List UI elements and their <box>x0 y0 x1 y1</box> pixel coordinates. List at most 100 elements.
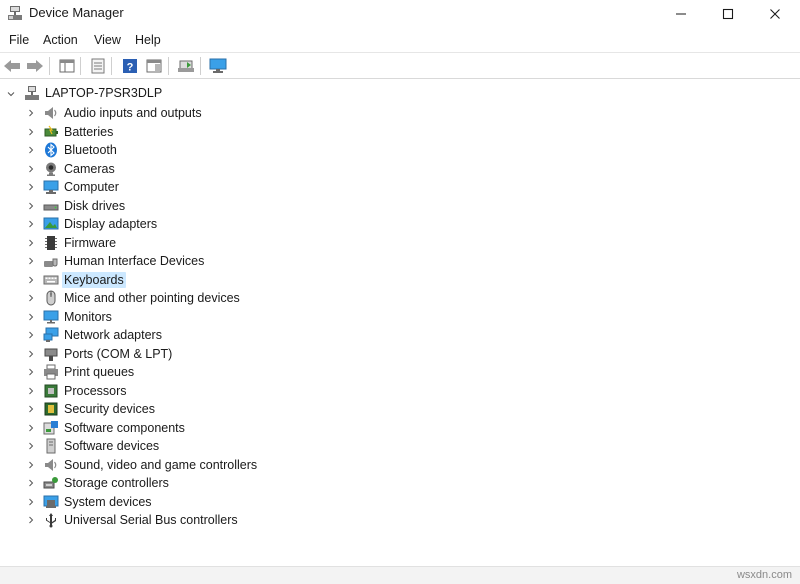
display-adapter-icon <box>43 217 59 230</box>
tree-item-label: Audio inputs and outputs <box>64 106 202 120</box>
chevron-right-icon[interactable] <box>27 239 35 247</box>
chevron-right-icon[interactable] <box>27 405 35 413</box>
tree-item-label: Firmware <box>64 235 117 250</box>
help-button[interactable]: ? <box>120 56 140 76</box>
tree-item-label: Bluetooth <box>64 143 117 157</box>
chevron-right-icon[interactable] <box>27 442 35 450</box>
chevron-right-icon[interactable] <box>27 165 35 173</box>
computer-icon <box>43 180 59 194</box>
tree-item-label: Cameras <box>64 161 115 176</box>
show-hide-console-tree-button[interactable] <box>57 56 77 76</box>
maximize-button[interactable] <box>705 0 751 27</box>
menu-view[interactable]: View <box>94 32 121 48</box>
tree-item-label: Software devices <box>64 439 160 453</box>
tree-item-label: Disk drives <box>64 198 126 213</box>
chevron-right-icon[interactable] <box>27 350 35 358</box>
menu-file[interactable]: File <box>9 32 29 48</box>
properties-icon <box>91 58 105 74</box>
security-device-icon <box>44 402 58 416</box>
device-tree: LAPTOP-7PSR3DLP Audio inputs and outputs… <box>0 80 800 566</box>
system-device-icon <box>43 495 59 508</box>
scan-hardware-changes-icon <box>209 58 227 73</box>
chevron-right-icon[interactable] <box>27 479 35 487</box>
chevron-right-icon[interactable] <box>27 276 35 284</box>
mouse-icon <box>46 290 56 306</box>
device-manager-icon <box>8 6 22 20</box>
software-component-icon <box>43 420 58 434</box>
chevron-right-icon[interactable] <box>27 257 35 265</box>
storage-controller-icon <box>43 477 58 489</box>
show-hide-console-tree-icon <box>59 59 75 73</box>
toolbar-separator <box>200 57 201 75</box>
tree-item-label: Sound, video and game controllers <box>64 457 258 472</box>
chevron-right-icon[interactable] <box>27 461 35 469</box>
tree-item-label: Universal Serial Bus controllers <box>64 513 238 527</box>
chevron-right-icon[interactable] <box>27 294 35 302</box>
action-pane-button[interactable] <box>144 56 164 76</box>
tree-item-label: Storage controllers <box>64 476 169 490</box>
close-button[interactable] <box>752 0 798 27</box>
chevron-right-icon[interactable] <box>27 516 35 524</box>
usb-icon <box>46 513 56 528</box>
chevron-right-icon[interactable] <box>27 313 35 321</box>
tree-item-label: Monitors <box>64 309 112 324</box>
menu-help[interactable]: Help <box>135 32 161 48</box>
tree-item-label: Software components <box>64 420 185 435</box>
toolbar-separator <box>80 57 81 75</box>
update-driver-button[interactable] <box>176 56 196 76</box>
camera-icon <box>46 162 56 176</box>
chevron-right-icon[interactable] <box>27 146 35 154</box>
toolbar-separator <box>111 57 112 75</box>
minimize-button[interactable] <box>658 0 704 27</box>
keyboard-icon <box>43 275 59 284</box>
battery-icon <box>44 125 58 136</box>
computer-root-icon <box>25 86 39 100</box>
forward-button[interactable] <box>25 56 45 76</box>
action-pane-icon <box>146 59 162 73</box>
toolbar-separator <box>168 57 169 75</box>
tree-item-label: Keyboards <box>62 271 126 288</box>
title-bar: Device Manager <box>0 0 800 27</box>
tree-item-label: Print queues <box>64 365 135 379</box>
chevron-right-icon[interactable] <box>27 220 35 228</box>
chevron-right-icon[interactable] <box>27 202 35 210</box>
properties-button[interactable] <box>88 56 108 76</box>
chevron-right-icon[interactable] <box>27 128 35 136</box>
tree-item-label: Processors <box>64 383 127 398</box>
chevron-right-icon[interactable] <box>27 109 35 117</box>
status-bar: wsxdn.com <box>0 566 800 584</box>
chevron-right-icon[interactable] <box>27 368 35 376</box>
chevron-right-icon[interactable] <box>27 183 35 191</box>
forward-arrow-icon <box>27 60 43 72</box>
tree-item-label: Mice and other pointing devices <box>64 291 240 305</box>
chevron-right-icon[interactable] <box>27 424 35 432</box>
watermark: wsxdn.com <box>736 569 792 581</box>
back-button[interactable] <box>2 56 22 76</box>
printer-icon <box>44 364 58 380</box>
chevron-right-icon[interactable] <box>27 498 35 506</box>
sound-controller-icon <box>45 458 57 471</box>
port-icon <box>44 348 58 361</box>
back-arrow-icon <box>4 60 20 72</box>
chevron-right-icon[interactable] <box>27 331 35 339</box>
menu-bar: File Action View Help <box>0 30 800 50</box>
tree-item-label: Computer <box>64 180 119 194</box>
toolbar-separator <box>49 57 50 75</box>
svg-text:?: ? <box>127 62 134 74</box>
disk-drive-icon <box>43 204 59 210</box>
chevron-right-icon[interactable] <box>27 387 35 395</box>
firmware-icon <box>45 235 57 250</box>
chevron-down-icon[interactable] <box>7 90 15 98</box>
tree-item-label: Security devices <box>64 402 156 416</box>
update-driver-icon <box>178 60 194 72</box>
network-adapter-icon <box>43 327 59 342</box>
tree-item-label: Batteries <box>64 124 114 139</box>
maximize-icon <box>722 8 734 19</box>
minimize-icon <box>676 13 686 14</box>
scan-hardware-changes-button[interactable] <box>208 56 228 76</box>
speaker-icon <box>45 107 57 119</box>
menu-action[interactable]: Action <box>43 32 78 48</box>
help-icon: ? <box>123 59 137 74</box>
software-device-icon <box>46 438 56 454</box>
tree-item-label: Network adapters <box>64 328 162 342</box>
